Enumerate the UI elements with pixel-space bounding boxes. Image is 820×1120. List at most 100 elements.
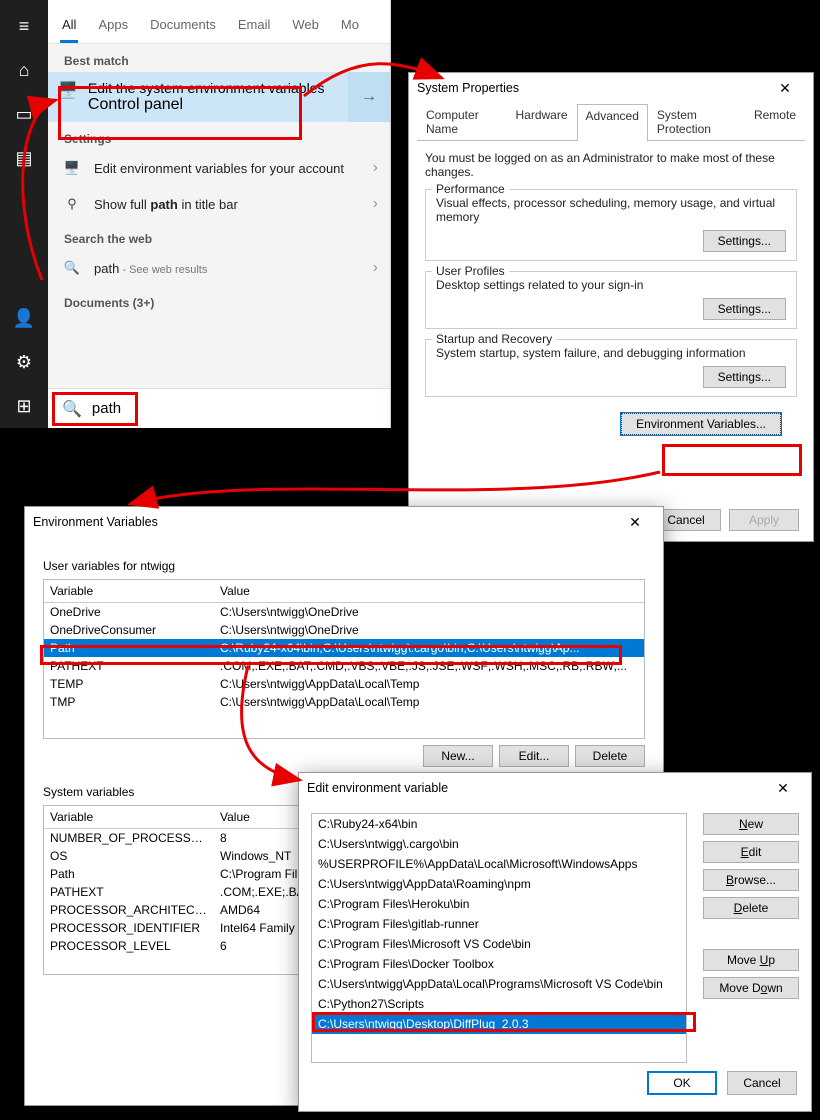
- gear-icon[interactable]: ⚙: [0, 340, 48, 384]
- table-row[interactable]: TMPC:\Users\ntwigg\AppData\Local\Temp: [44, 693, 644, 711]
- apply-button[interactable]: Apply: [729, 509, 799, 531]
- tab-advanced[interactable]: Advanced: [577, 104, 648, 141]
- system-properties-dialog: System Properties ✕ Computer Name Hardwa…: [408, 72, 814, 542]
- close-icon[interactable]: ✕: [615, 514, 655, 531]
- user-profiles-text: Desktop settings related to your sign-in: [436, 278, 786, 292]
- performance-legend: Performance: [432, 182, 509, 196]
- ok-button[interactable]: OK: [647, 1071, 717, 1095]
- tab-documents[interactable]: Documents: [148, 7, 218, 43]
- table-row[interactable]: PathC:\Ruby24-x64\bin;C:\Users\ntwigg\.c…: [44, 639, 644, 657]
- user-profiles-settings-button[interactable]: Settings...: [703, 298, 786, 320]
- list-item[interactable]: C:\Program Files\Microsoft VS Code\bin: [312, 934, 686, 954]
- list-item[interactable]: C:\Program Files\gitlab-runner: [312, 914, 686, 934]
- list-item[interactable]: C:\Python27\Scripts: [312, 994, 686, 1014]
- new-button[interactable]: New: [703, 813, 799, 835]
- close-icon[interactable]: ✕: [765, 80, 805, 97]
- cancel-button[interactable]: Cancel: [727, 1071, 797, 1095]
- table-row[interactable]: OneDriveC:\Users\ntwigg\OneDrive: [44, 603, 644, 621]
- list-item[interactable]: C:\Program Files\Docker Toolbox: [312, 954, 686, 974]
- table-row[interactable]: PATHEXT.COM;.EXE;.BAT;.CMD;.VBS;.VBE;.JS…: [44, 657, 644, 675]
- best-match-expand-icon[interactable]: →: [348, 72, 390, 122]
- dialog-title: Edit environment variable: [307, 781, 448, 795]
- settings-item-label: Show full path in title bar: [94, 197, 363, 212]
- start-search-panel: All Apps Documents Email Web Mo Best mat…: [48, 0, 391, 428]
- admin-note: You must be logged on as an Administrato…: [425, 151, 797, 179]
- search-icon: 🔍: [62, 399, 82, 419]
- move-down-button[interactable]: Move Down: [703, 977, 799, 999]
- system-properties-tabs: Computer Name Hardware Advanced System P…: [417, 103, 805, 141]
- table-row[interactable]: TEMPC:\Users\ntwigg\AppData\Local\Temp: [44, 675, 644, 693]
- layers-icon[interactable]: ▤: [0, 136, 48, 180]
- browse-button[interactable]: Browse...: [703, 869, 799, 891]
- document-icon[interactable]: ▭: [0, 92, 48, 136]
- documents-section-label: Documents (3+): [48, 286, 390, 314]
- settings-section-label: Settings: [48, 122, 390, 150]
- best-match-result[interactable]: 🖥️ Edit the system environment variables…: [48, 72, 390, 122]
- table-row[interactable]: OneDriveConsumerC:\Users\ntwigg\OneDrive: [44, 621, 644, 639]
- search-filter-tabs: All Apps Documents Email Web Mo: [48, 0, 390, 44]
- performance-group: Performance Visual effects, processor sc…: [425, 189, 797, 261]
- environment-variables-button[interactable]: Environment Variables...: [621, 413, 781, 435]
- startup-recovery-text: System startup, system failure, and debu…: [436, 346, 786, 360]
- search-web-suffix: - See web results: [119, 264, 207, 276]
- user-vars-label: User variables for ntwigg: [43, 559, 645, 573]
- column-header-variable[interactable]: Variable: [44, 580, 214, 602]
- list-item[interactable]: C:\Users\ntwigg\AppData\Roaming\npm: [312, 874, 686, 894]
- tab-web[interactable]: Web: [290, 7, 321, 43]
- startup-recovery-settings-button[interactable]: Settings...: [703, 366, 786, 388]
- best-match-title: Edit the system environment variables: [88, 80, 325, 96]
- taskbar: ≡ ⌂ ▭ ▤ 👤 ⚙ ⊞: [0, 0, 48, 428]
- sliders-icon: ⚲: [60, 192, 84, 216]
- monitor-icon: 🖥️: [58, 80, 78, 100]
- dialog-title: System Properties: [417, 81, 519, 95]
- settings-item-show-full-path[interactable]: ⚲ Show full path in title bar ›: [48, 186, 390, 222]
- menu-icon[interactable]: ≡: [0, 4, 48, 48]
- user-new-button[interactable]: New...: [423, 745, 493, 767]
- tab-apps[interactable]: Apps: [96, 7, 130, 43]
- list-item[interactable]: C:\Users\ntwigg\Desktop\DiffPlug_2.0.3: [312, 1014, 686, 1034]
- list-item[interactable]: C:\Ruby24-x64\bin: [312, 814, 686, 834]
- tab-computer-name[interactable]: Computer Name: [417, 103, 506, 140]
- user-profiles-group: User Profiles Desktop settings related t…: [425, 271, 797, 329]
- people-icon[interactable]: 👤: [0, 296, 48, 340]
- tab-system-protection[interactable]: System Protection: [648, 103, 745, 140]
- user-delete-button[interactable]: Delete: [575, 745, 645, 767]
- user-edit-button[interactable]: Edit...: [499, 745, 569, 767]
- chevron-right-icon: ›: [373, 259, 378, 277]
- path-entries-list[interactable]: C:\Ruby24-x64\binC:\Users\ntwigg\.cargo\…: [311, 813, 687, 1063]
- search-web-label: Search the web: [48, 222, 390, 250]
- performance-settings-button[interactable]: Settings...: [703, 230, 786, 252]
- tab-all[interactable]: All: [60, 7, 78, 43]
- tab-hardware[interactable]: Hardware: [506, 103, 576, 140]
- column-header-variable[interactable]: Variable: [44, 806, 214, 828]
- search-web-result[interactable]: 🔍 path - See web results ›: [48, 250, 390, 286]
- startup-recovery-group: Startup and Recovery System startup, sys…: [425, 339, 797, 397]
- search-web-term: path: [94, 261, 119, 276]
- user-vars-table[interactable]: VariableValue OneDriveC:\Users\ntwigg\On…: [43, 579, 645, 739]
- best-match-label: Best match: [48, 44, 390, 72]
- settings-item-edit-user-env[interactable]: 🖥️ Edit environment variables for your a…: [48, 150, 390, 186]
- startup-recovery-legend: Startup and Recovery: [432, 332, 556, 346]
- chevron-right-icon: ›: [373, 159, 378, 177]
- settings-item-label: Edit environment variables for your acco…: [94, 161, 363, 176]
- list-item[interactable]: C:\Program Files\Heroku\bin: [312, 894, 686, 914]
- close-icon[interactable]: ✕: [763, 780, 803, 797]
- delete-button[interactable]: Delete: [703, 897, 799, 919]
- edit-button[interactable]: Edit: [703, 841, 799, 863]
- user-profiles-legend: User Profiles: [432, 264, 509, 278]
- column-header-value[interactable]: Value: [214, 580, 644, 602]
- list-item[interactable]: C:\Users\ntwigg\.cargo\bin: [312, 834, 686, 854]
- move-up-button[interactable]: Move Up: [703, 949, 799, 971]
- list-item[interactable]: %USERPROFILE%\AppData\Local\Microsoft\Wi…: [312, 854, 686, 874]
- windows-start-icon[interactable]: ⊞: [0, 384, 48, 428]
- chevron-right-icon: ›: [373, 195, 378, 213]
- search-input[interactable]: [92, 400, 376, 417]
- edit-environment-variable-dialog: Edit environment variable ✕ C:\Ruby24-x6…: [298, 772, 812, 1112]
- tab-more[interactable]: Mo: [339, 7, 361, 43]
- tab-email[interactable]: Email: [236, 7, 273, 43]
- list-item[interactable]: C:\Users\ntwigg\AppData\Local\Programs\M…: [312, 974, 686, 994]
- search-box-row: 🔍: [48, 388, 390, 428]
- home-icon[interactable]: ⌂: [0, 48, 48, 92]
- search-icon: 🔍: [60, 256, 84, 280]
- tab-remote[interactable]: Remote: [745, 103, 805, 140]
